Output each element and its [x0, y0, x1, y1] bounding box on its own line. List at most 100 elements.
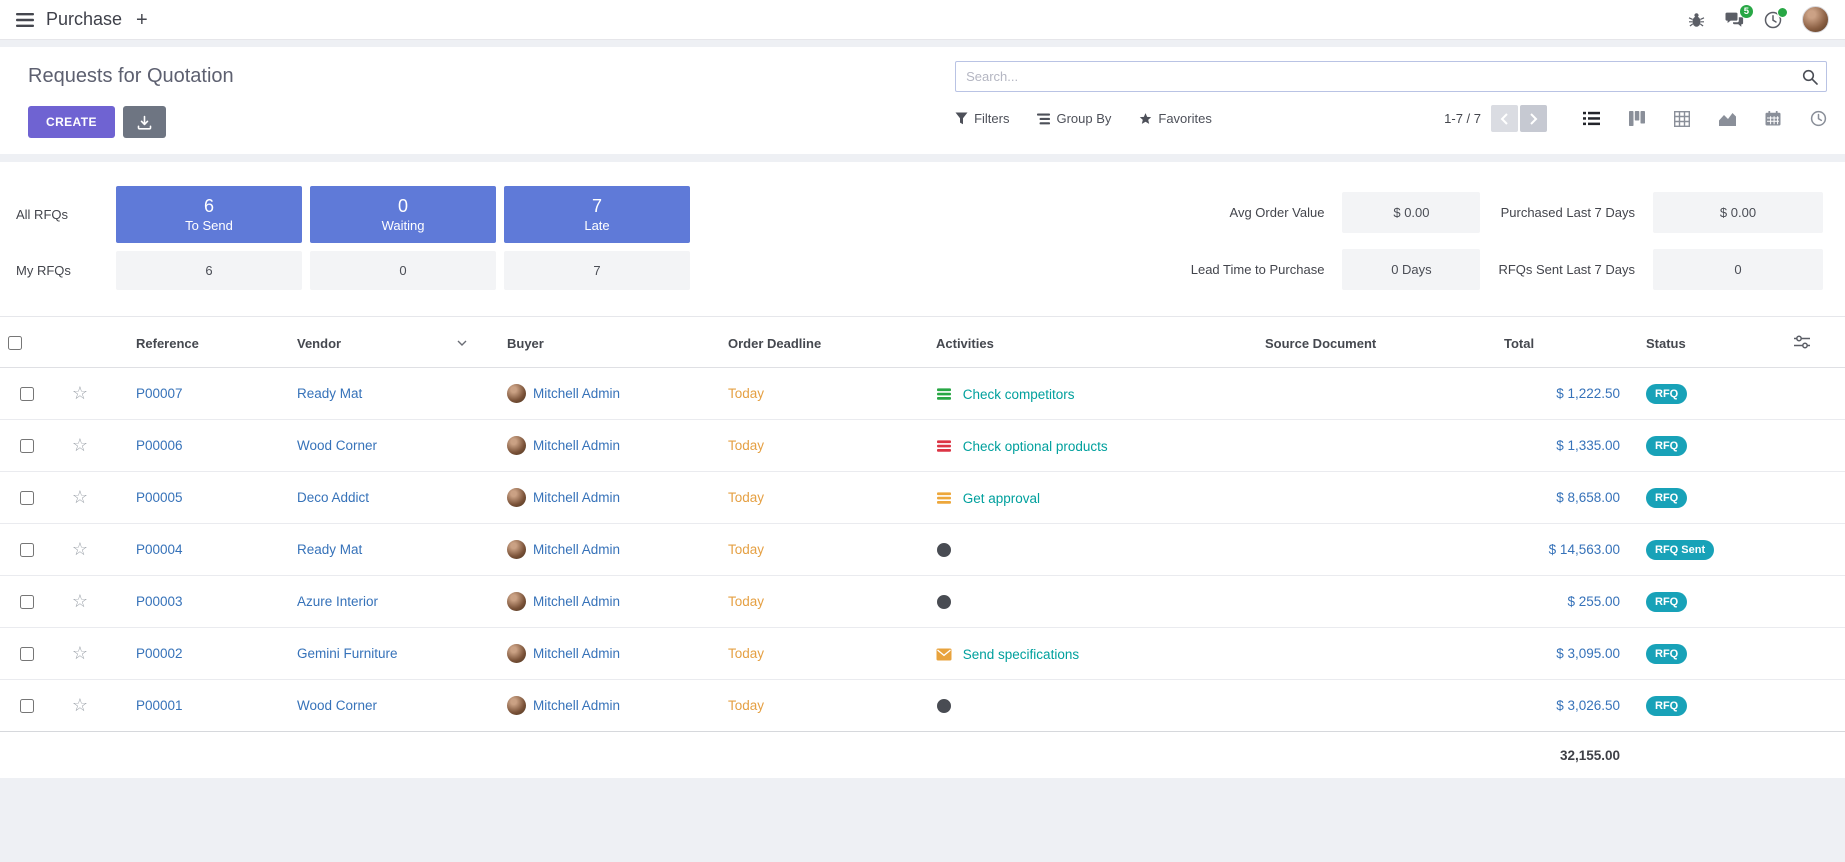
favorite-star-icon[interactable]: ☆: [72, 435, 88, 455]
row-checkbox[interactable]: [20, 647, 34, 661]
favorites-button[interactable]: Favorites: [1139, 111, 1211, 126]
tile-to-send[interactable]: 6 To Send: [116, 186, 302, 243]
view-graph-icon[interactable]: [1719, 111, 1736, 126]
activity-list-icon[interactable]: [936, 439, 952, 453]
vendor-link[interactable]: Wood Corner: [297, 438, 377, 453]
reference-link[interactable]: P00006: [136, 438, 183, 453]
activity-link[interactable]: Send specifications: [963, 647, 1079, 662]
favorite-star-icon[interactable]: ☆: [72, 487, 88, 507]
vendor-link[interactable]: Ready Mat: [297, 386, 362, 401]
reference-link[interactable]: P00002: [136, 646, 183, 661]
header-source-document[interactable]: Source Document: [1255, 317, 1500, 368]
pager-next-button[interactable]: [1520, 105, 1547, 132]
reference-link[interactable]: P00001: [136, 698, 183, 713]
reference-link[interactable]: P00004: [136, 542, 183, 557]
activity-link[interactable]: Get approval: [963, 491, 1040, 506]
apps-menu-icon[interactable]: [16, 13, 34, 27]
view-pivot-icon[interactable]: [1674, 111, 1690, 127]
favorite-star-icon[interactable]: ☆: [72, 643, 88, 663]
view-activity-icon[interactable]: [1810, 110, 1827, 127]
activity-link[interactable]: Check competitors: [963, 387, 1075, 402]
buyer-link[interactable]: Mitchell Admin: [533, 438, 620, 453]
activity-email-icon[interactable]: [936, 648, 952, 661]
group-by-button[interactable]: Group By: [1037, 111, 1111, 126]
row-checkbox[interactable]: [20, 595, 34, 609]
table-row[interactable]: ☆ P00007 Ready Mat Mitchell Admin Today …: [0, 368, 1845, 420]
tile-waiting[interactable]: 0 Waiting: [310, 186, 496, 243]
buyer-link[interactable]: Mitchell Admin: [533, 490, 620, 505]
search-input[interactable]: [955, 61, 1827, 92]
activities-clock-icon[interactable]: [1764, 11, 1782, 29]
vendor-link[interactable]: Gemini Furniture: [297, 646, 398, 661]
header-status[interactable]: Status: [1640, 317, 1790, 368]
filters-button[interactable]: Filters: [955, 111, 1009, 126]
new-tab-plus-button[interactable]: +: [128, 10, 156, 30]
tile-late[interactable]: 7 Late: [504, 186, 690, 243]
optional-columns-icon[interactable]: [1794, 335, 1810, 349]
row-checkbox[interactable]: [20, 439, 34, 453]
vendor-link[interactable]: Azure Interior: [297, 594, 378, 609]
buyer-link[interactable]: Mitchell Admin: [533, 594, 620, 609]
vendor-link[interactable]: Deco Addict: [297, 490, 369, 505]
row-checkbox[interactable]: [20, 543, 34, 557]
buyer-avatar: [507, 592, 526, 611]
pager-previous-button[interactable]: [1491, 105, 1518, 132]
my-waiting-count[interactable]: 0: [310, 251, 496, 290]
header-vendor[interactable]: Vendor: [273, 317, 485, 368]
export-download-button[interactable]: [123, 106, 166, 138]
view-list-icon[interactable]: [1583, 111, 1600, 126]
my-to-send-count[interactable]: 6: [116, 251, 302, 290]
buyer-link[interactable]: Mitchell Admin: [533, 386, 620, 401]
activity-clock-icon[interactable]: [936, 542, 952, 558]
table-row[interactable]: ☆ P00006 Wood Corner Mitchell Admin Toda…: [0, 420, 1845, 472]
row-checkbox[interactable]: [20, 699, 34, 713]
stat-value-avg-order-value[interactable]: $ 0.00: [1342, 192, 1480, 233]
buyer-link[interactable]: Mitchell Admin: [533, 698, 620, 713]
activity-clock-icon[interactable]: [936, 698, 952, 714]
select-all-checkbox[interactable]: [8, 336, 22, 350]
header-order-deadline[interactable]: Order Deadline: [710, 317, 920, 368]
stat-value-rfqs-sent[interactable]: 0: [1653, 249, 1823, 290]
activity-link[interactable]: Check optional products: [963, 439, 1108, 454]
vendor-link[interactable]: Wood Corner: [297, 698, 377, 713]
create-button[interactable]: CREATE: [28, 106, 115, 138]
reference-link[interactable]: P00003: [136, 594, 183, 609]
buyer-link[interactable]: Mitchell Admin: [533, 542, 620, 557]
favorite-star-icon[interactable]: ☆: [72, 695, 88, 715]
table-row[interactable]: ☆ P00003 Azure Interior Mitchell Admin T…: [0, 576, 1845, 628]
table-row[interactable]: ☆ P00001 Wood Corner Mitchell Admin Toda…: [0, 680, 1845, 732]
table-row[interactable]: ☆ P00005 Deco Addict Mitchell Admin Toda…: [0, 472, 1845, 524]
view-calendar-icon[interactable]: [1765, 111, 1781, 126]
messages-icon[interactable]: 5: [1725, 12, 1744, 28]
favorite-star-icon[interactable]: ☆: [72, 383, 88, 403]
row-checkbox[interactable]: [20, 491, 34, 505]
row-checkbox[interactable]: [20, 387, 34, 401]
activity-list-icon[interactable]: [936, 491, 952, 505]
favorite-star-icon[interactable]: ☆: [72, 591, 88, 611]
activity-list-icon[interactable]: [936, 387, 952, 401]
header-buyer[interactable]: Buyer: [485, 317, 710, 368]
table-row[interactable]: ☆ P00002 Gemini Furniture Mitchell Admin…: [0, 628, 1845, 680]
app-name[interactable]: Purchase: [46, 9, 122, 30]
header-activities[interactable]: Activities: [920, 317, 1255, 368]
user-avatar[interactable]: [1802, 6, 1829, 33]
header-total[interactable]: Total: [1500, 317, 1640, 368]
order-deadline-value: Today: [728, 646, 764, 661]
stat-value-lead-time[interactable]: 0 Days: [1342, 249, 1480, 290]
search-icon[interactable]: [1802, 69, 1818, 85]
vendor-link[interactable]: Ready Mat: [297, 542, 362, 557]
pager-range: 1-7 / 7: [1444, 111, 1481, 126]
view-kanban-icon[interactable]: [1629, 111, 1645, 126]
activity-clock-icon[interactable]: [936, 594, 952, 610]
favorite-star-icon[interactable]: ☆: [72, 539, 88, 559]
source-document-cell: [1255, 628, 1500, 680]
reference-link[interactable]: P00005: [136, 490, 183, 505]
table-row[interactable]: ☆ P00004 Ready Mat Mitchell Admin Today …: [0, 524, 1845, 576]
buyer-link[interactable]: Mitchell Admin: [533, 646, 620, 661]
reference-link[interactable]: P00007: [136, 386, 183, 401]
debug-bug-icon[interactable]: [1688, 12, 1705, 28]
header-reference[interactable]: Reference: [108, 317, 273, 368]
my-late-count[interactable]: 7: [504, 251, 690, 290]
stat-value-purchased-last-7-days[interactable]: $ 0.00: [1653, 192, 1823, 233]
source-document-cell: [1255, 420, 1500, 472]
